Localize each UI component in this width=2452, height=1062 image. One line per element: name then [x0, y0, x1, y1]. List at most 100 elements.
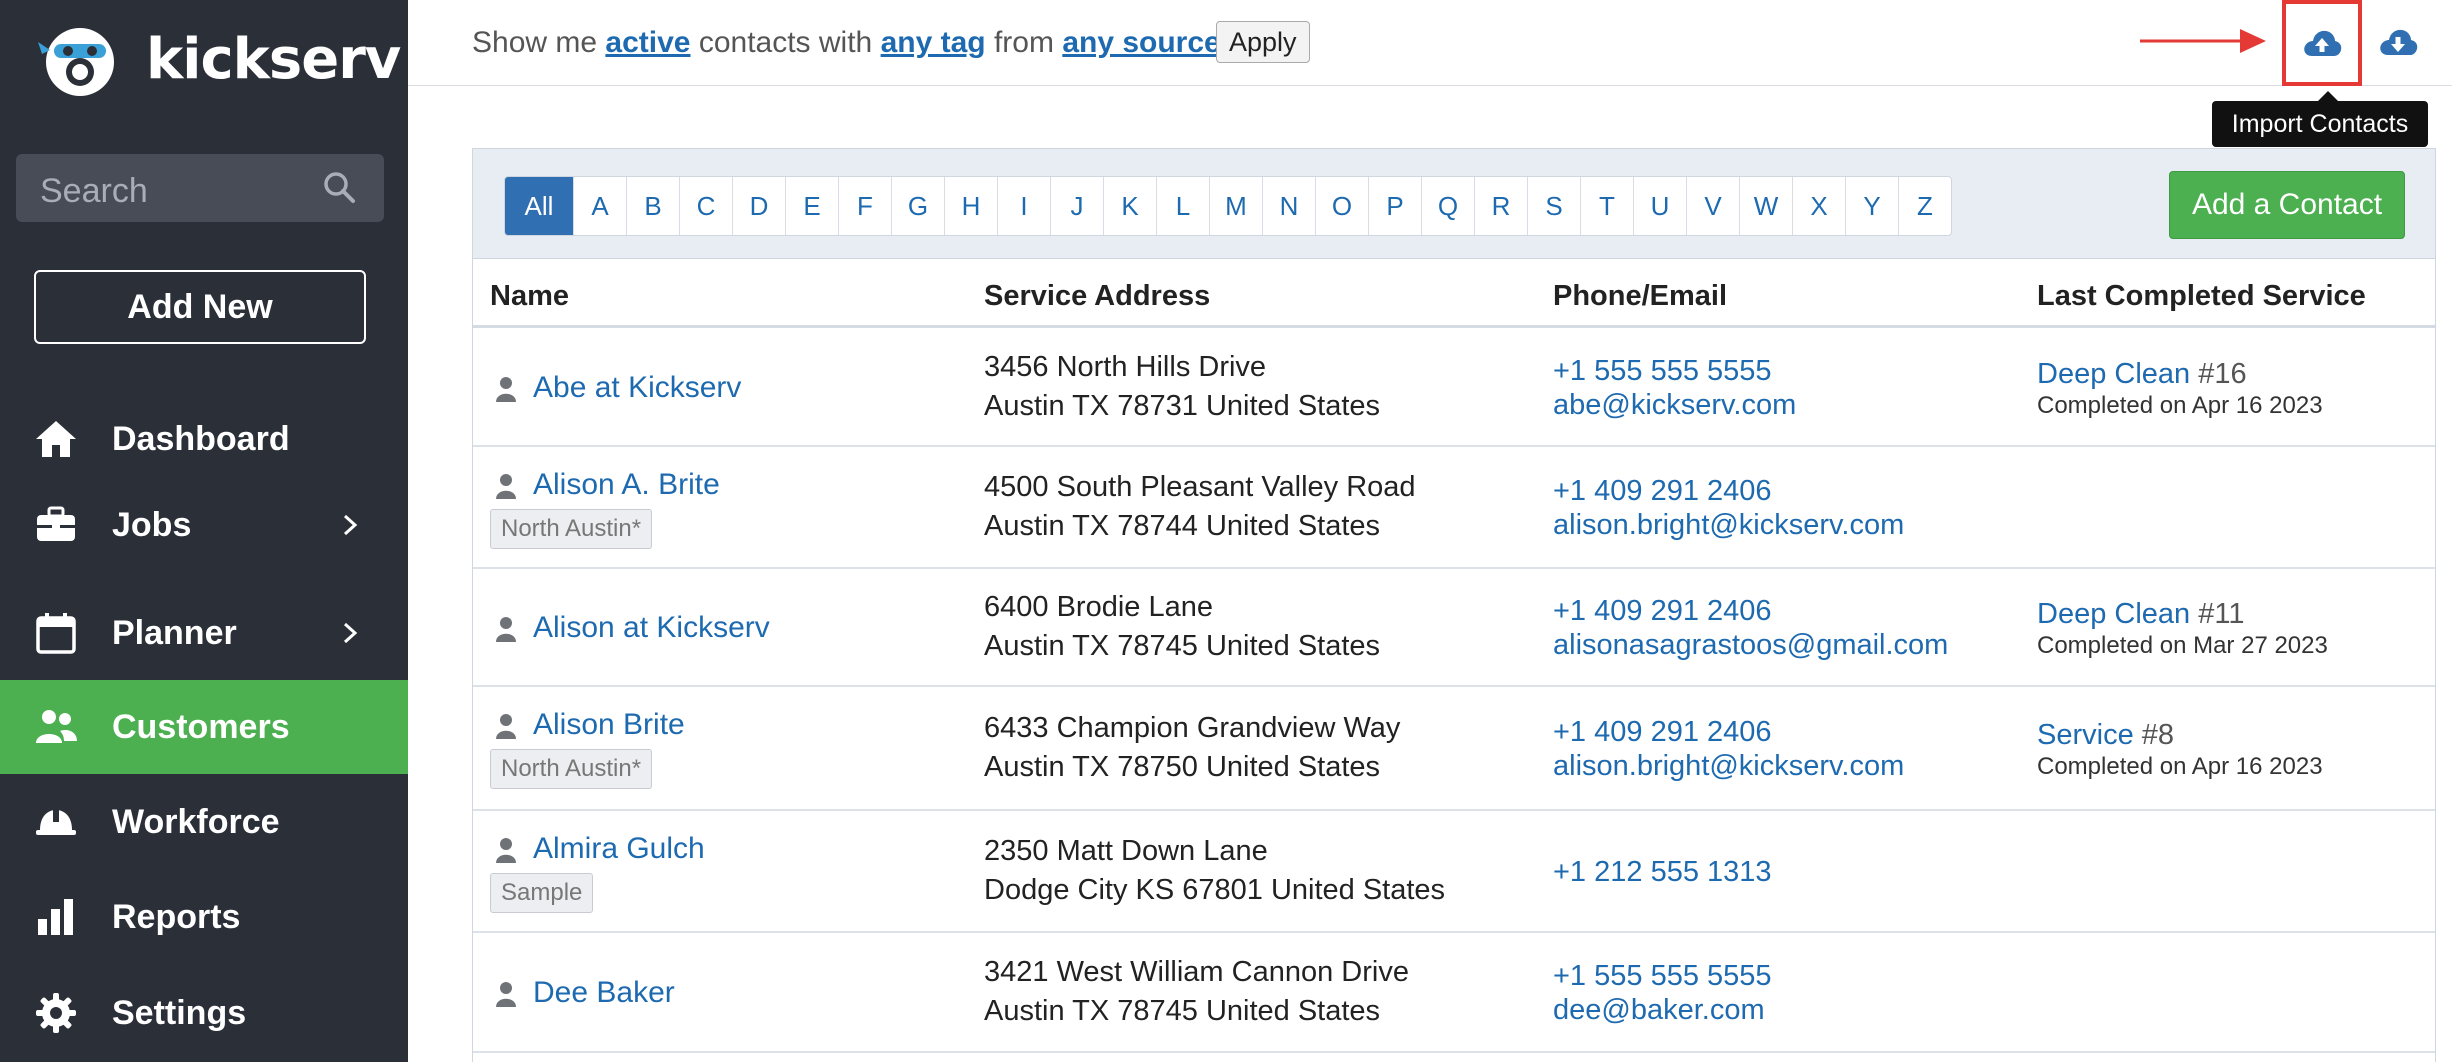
phone-email: +1 212 555 1313	[1553, 855, 1772, 889]
nav-dashboard[interactable]: Dashboard	[0, 392, 408, 486]
address-line-1: 4500 South Pleasant Valley Road	[984, 471, 1416, 503]
alphabet-filter-r[interactable]: R	[1474, 177, 1527, 235]
filter-status-link[interactable]: active	[605, 26, 690, 59]
email-link[interactable]: alison.bright@kickserv.com	[1553, 508, 1904, 542]
alphabet-filter-all[interactable]: All	[505, 177, 573, 235]
home-icon	[36, 421, 76, 457]
phone-link[interactable]: +1 409 291 2406	[1553, 715, 1904, 749]
hard-hat-icon	[36, 808, 76, 835]
contacts-panel: All A B C D E F G H I J K L M N O P Q R S T U V W X Y Z Add a Cont…	[472, 148, 2436, 1062]
alphabet-filter-p[interactable]: P	[1368, 177, 1421, 235]
contact-name-link[interactable]: Dee Baker	[533, 973, 675, 1013]
contact-name-link[interactable]: Almira Gulch	[533, 829, 705, 869]
logo[interactable]: kickserv	[36, 20, 401, 98]
nav-planner[interactable]: Planner	[0, 586, 408, 680]
nav-jobs[interactable]: Jobs	[0, 478, 408, 572]
add-new-button[interactable]: Add New	[34, 270, 366, 344]
ninja-logo-icon	[38, 28, 114, 96]
address-line-1: 3456 North Hills Drive	[984, 351, 1267, 383]
alphabet-filter-w[interactable]: W	[1739, 177, 1792, 235]
alphabet-filter-z[interactable]: Z	[1898, 177, 1951, 235]
cloud-download-icon[interactable]	[2378, 22, 2418, 62]
alphabet-filter-e[interactable]: E	[785, 177, 838, 235]
alphabet-filter-h[interactable]: H	[944, 177, 997, 235]
nav-customers[interactable]: Customers	[0, 680, 408, 774]
service-address: 3456 North Hills Drive Austin TX 78731 Un…	[984, 348, 1380, 426]
chevron-right-icon[interactable]	[338, 513, 362, 537]
contact-name-link[interactable]: Alison at Kickserv	[533, 608, 770, 648]
contact-name-link[interactable]: Alison A. Brite	[533, 465, 720, 505]
address-line-2: Austin TX 78744 United States	[984, 510, 1381, 542]
phone-link[interactable]: +1 409 291 2406	[1553, 474, 1904, 508]
column-contact-header[interactable]: Phone/Email	[1553, 280, 1727, 313]
alphabet-filter-q[interactable]: Q	[1421, 177, 1474, 235]
column-name-header[interactable]: Name	[490, 280, 569, 313]
contact-name-link[interactable]: Abe at Kickserv	[533, 368, 741, 408]
filter-middle-2: from	[993, 26, 1054, 59]
column-address-header[interactable]: Service Address	[984, 280, 1210, 313]
search-icon[interactable]	[322, 170, 356, 204]
phone-link[interactable]: +1 409 291 2406	[1553, 594, 1948, 628]
contact-tag-badge[interactable]: North Austin*	[490, 509, 653, 549]
search-input[interactable]: Search	[16, 154, 384, 222]
email-link[interactable]: abe@kickserv.com	[1553, 388, 1796, 422]
contact-tag-badge[interactable]: Sample	[490, 873, 594, 913]
service-number: #8	[2133, 719, 2175, 751]
alphabet-filter: All A B C D E F G H I J K L M N O P Q R S T U V W X Y Z	[504, 176, 1952, 236]
last-completed-service: Deep Clean #11 Completed on Mar 27 2023	[2037, 596, 2328, 660]
alphabet-filter-s[interactable]: S	[1527, 177, 1580, 235]
filter-source-link[interactable]: any source	[1062, 26, 1220, 59]
email-link[interactable]: dee@baker.com	[1553, 993, 1772, 1027]
phone-email: +1 555 555 5555 dee@baker.com	[1553, 959, 1772, 1027]
person-icon	[495, 616, 517, 642]
alphabet-filter-d[interactable]: D	[732, 177, 785, 235]
nav-settings[interactable]: Settings	[0, 966, 408, 1060]
phone-link[interactable]: +1 555 555 5555	[1553, 959, 1772, 993]
contact-tag-badge[interactable]: North Austin*	[490, 749, 653, 789]
service-link[interactable]: Deep Clean	[2037, 598, 2190, 630]
service-line: Deep Clean #11	[2037, 596, 2328, 632]
add-contact-button[interactable]: Add a Contact	[2169, 171, 2405, 239]
alphabet-filter-j[interactable]: J	[1050, 177, 1103, 235]
alphabet-filter-a[interactable]: A	[573, 177, 626, 235]
alphabet-filter-i[interactable]: I	[997, 177, 1050, 235]
alphabet-filter-m[interactable]: M	[1209, 177, 1262, 235]
nav-workforce[interactable]: Workforce	[0, 775, 408, 869]
alphabet-filter-k[interactable]: K	[1103, 177, 1156, 235]
alphabet-filter-l[interactable]: L	[1156, 177, 1209, 235]
service-line: Deep Clean #16	[2037, 356, 2323, 392]
service-link[interactable]: Service	[2037, 719, 2134, 751]
alphabet-filter-o[interactable]: O	[1315, 177, 1368, 235]
alphabet-filter-y[interactable]: Y	[1845, 177, 1898, 235]
phone-link[interactable]: +1 212 555 1313	[1553, 855, 1772, 889]
alphabet-filter-g[interactable]: G	[891, 177, 944, 235]
email-link[interactable]: alison.bright@kickserv.com	[1553, 749, 1904, 783]
contact-name-link[interactable]: Alison Brite	[533, 705, 685, 745]
nav-planner-label: Planner	[112, 613, 237, 652]
nav-workforce-label: Workforce	[112, 802, 280, 841]
phone-link[interactable]: +1 555 555 5555	[1553, 354, 1796, 388]
table-row: Alison Brite North Austin* 6433 Champion G…	[473, 687, 2435, 811]
email-link[interactable]: alisonasagrastoos@gmail.com	[1553, 628, 1948, 662]
brand-name: kickserv	[146, 26, 401, 92]
alphabet-filter-f[interactable]: F	[838, 177, 891, 235]
service-link[interactable]: Deep Clean	[2037, 358, 2190, 390]
apply-button[interactable]: Apply	[1216, 21, 1310, 63]
nav-reports[interactable]: Reports	[0, 870, 408, 964]
column-service-header[interactable]: Last Completed Service	[2037, 280, 2366, 313]
import-contacts-button[interactable]	[2282, 0, 2362, 86]
phone-email: +1 555 555 5555 abe@kickserv.com	[1553, 354, 1796, 422]
alphabet-filter-x[interactable]: X	[1792, 177, 1845, 235]
service-line: Service #8	[2037, 717, 2323, 753]
table-row: Abe at Kickserv 3456 North Hills Drive Aus…	[473, 329, 2435, 447]
person-icon	[495, 837, 517, 863]
chevron-right-icon[interactable]	[338, 621, 362, 645]
filter-tag-link[interactable]: any tag	[881, 26, 986, 59]
alphabet-filter-n[interactable]: N	[1262, 177, 1315, 235]
alphabet-filter-t[interactable]: T	[1580, 177, 1633, 235]
alphabet-filter-u[interactable]: U	[1633, 177, 1686, 235]
alphabet-filter-v[interactable]: V	[1686, 177, 1739, 235]
alphabet-filter-c[interactable]: C	[679, 177, 732, 235]
address-line-2: Austin TX 78731 United States	[984, 390, 1381, 422]
alphabet-filter-b[interactable]: B	[626, 177, 679, 235]
